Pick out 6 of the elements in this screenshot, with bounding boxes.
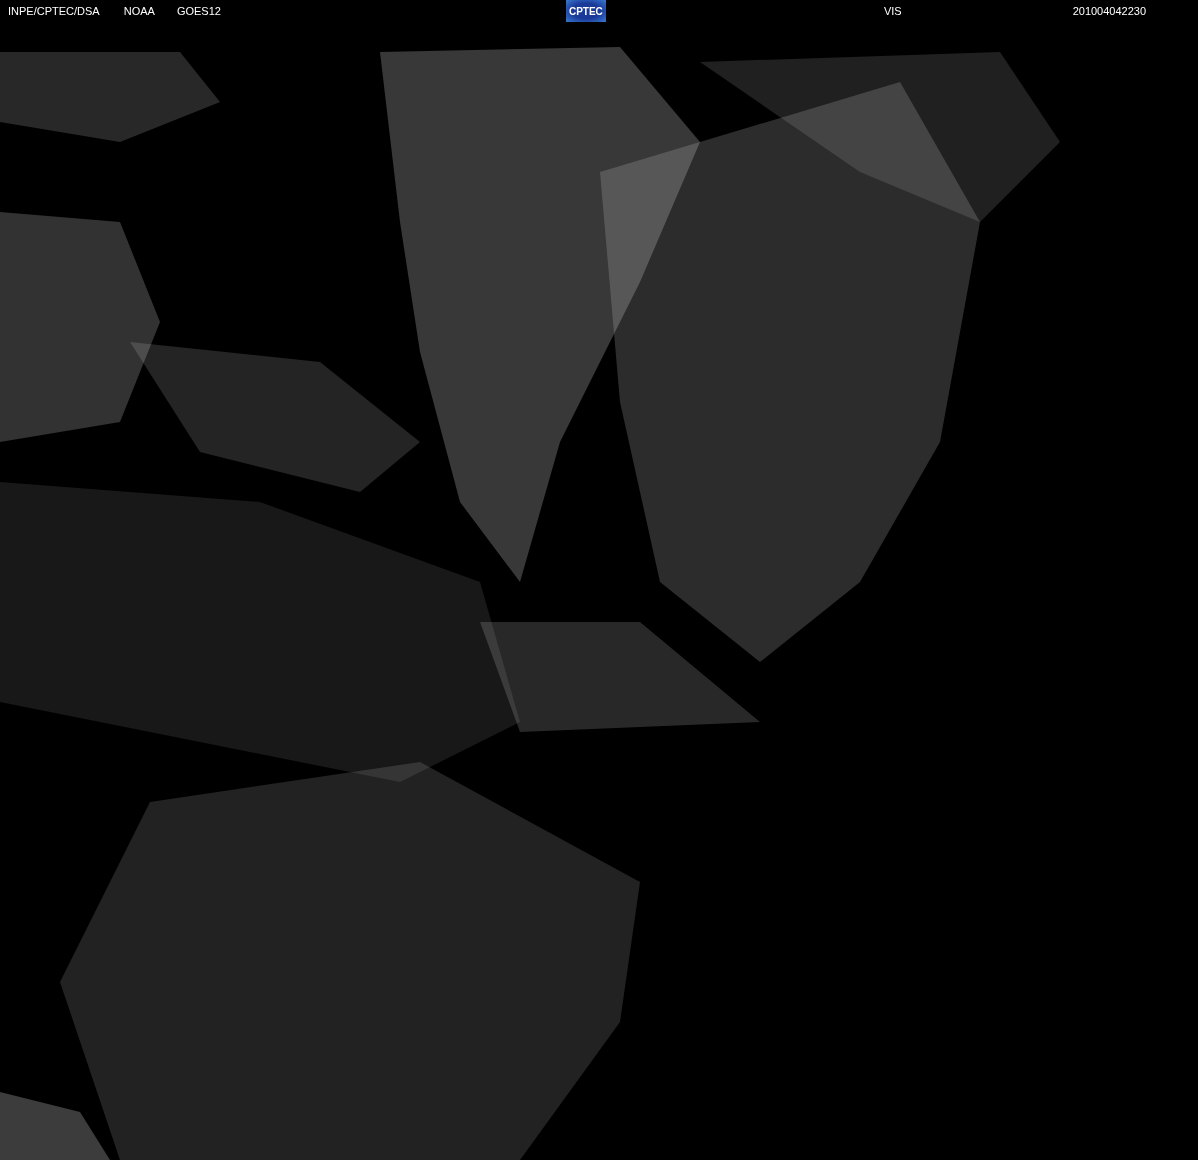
source-label: INPE/CPTEC/DSA (8, 5, 100, 17)
channel-label: VIS (883, 5, 902, 17)
agency-label: NOAA (123, 5, 155, 17)
logo: CPTEC (565, 0, 606, 22)
timestamp-label: 201004042230 (1072, 5, 1147, 17)
satellite-label: GOES12 (176, 5, 221, 17)
